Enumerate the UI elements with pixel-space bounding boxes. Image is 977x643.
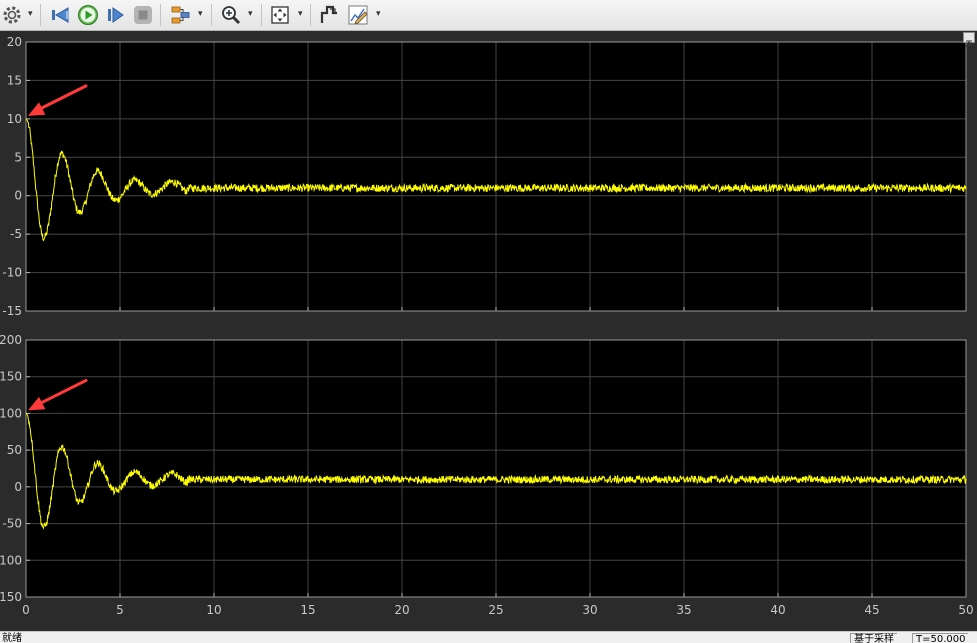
y-tick-label: -100 [0, 553, 22, 567]
toolbar-separator [310, 4, 311, 26]
style-dropdown-icon[interactable]: ▾ [376, 9, 381, 19]
x-tick-label: 0 [22, 603, 30, 617]
toolbar-separator [211, 4, 212, 26]
x-tick-label: 30 [582, 603, 597, 617]
x-tick-label: 50 [958, 603, 973, 617]
y-tick-label: 150 [0, 370, 22, 384]
x-tick-label: 45 [864, 603, 879, 617]
x-tick-label: 20 [394, 603, 409, 617]
y-tick-label: -15 [2, 304, 22, 318]
zoom-dropdown-icon[interactable]: ▾ [248, 9, 253, 19]
x-tick-label: 15 [300, 603, 315, 617]
status-bar: 就绪 基于采样 T=50.000 [0, 631, 977, 643]
y-tick-label: -150 [0, 590, 22, 604]
x-tick-label: 35 [676, 603, 691, 617]
x-tick-label: 10 [206, 603, 221, 617]
settings-icon[interactable] [1, 3, 23, 27]
y-tick-label: -5 [10, 227, 22, 241]
y-tick-label: 20 [7, 35, 22, 49]
scope-plots: 20151050-5-10-15 200150100500-50-100-150… [0, 35, 974, 617]
step-forward-icon[interactable] [104, 3, 126, 27]
y-tick-label: 5 [14, 150, 22, 164]
style-icon[interactable] [346, 3, 370, 27]
settings-dropdown-icon[interactable]: ▾ [28, 9, 33, 19]
y-tick-label: 50 [7, 443, 22, 457]
y-tick-label: -10 [2, 266, 22, 280]
upper-plot-axes[interactable]: 20 15 10 5 0 -5 -10 -15 [2, 35, 967, 318]
toolbar: ▾ ▾ ▾ ▾ ▾ [0, 0, 977, 31]
signal-select-dropdown-icon[interactable]: ▾ [198, 9, 203, 19]
y-tick-label: 0 [14, 189, 22, 203]
lower-plot-axes[interactable]: 200150100500-50-100-15005101520253035404… [0, 333, 974, 617]
toolbar-separator [261, 4, 262, 26]
y-tick-label: 10 [7, 112, 22, 126]
run-icon[interactable] [76, 3, 100, 27]
zoom-in-icon[interactable] [219, 3, 243, 27]
fit-to-view-icon[interactable] [268, 3, 292, 27]
y-tick-label: 0 [14, 480, 22, 494]
stop-icon[interactable] [132, 3, 154, 27]
x-tick-label: 5 [116, 603, 124, 617]
scope-display: 20151050-5-10-15 200150100500-50-100-150… [0, 31, 977, 631]
back-icon[interactable] [49, 3, 71, 27]
x-tick-label: 40 [770, 603, 785, 617]
fit-dropdown-icon[interactable]: ▾ [298, 9, 303, 19]
toolbar-separator [40, 4, 41, 26]
y-tick-label: -50 [2, 517, 22, 531]
y-tick-label: 200 [0, 333, 22, 347]
signal-select-icon[interactable] [168, 3, 192, 27]
y-tick-label: 15 [7, 73, 22, 87]
y-tick-label: 100 [0, 406, 22, 420]
expand-icon[interactable] [963, 32, 975, 47]
toolbar-separator [160, 4, 161, 26]
highlight-icon[interactable] [317, 3, 341, 27]
x-tick-label: 25 [488, 603, 503, 617]
